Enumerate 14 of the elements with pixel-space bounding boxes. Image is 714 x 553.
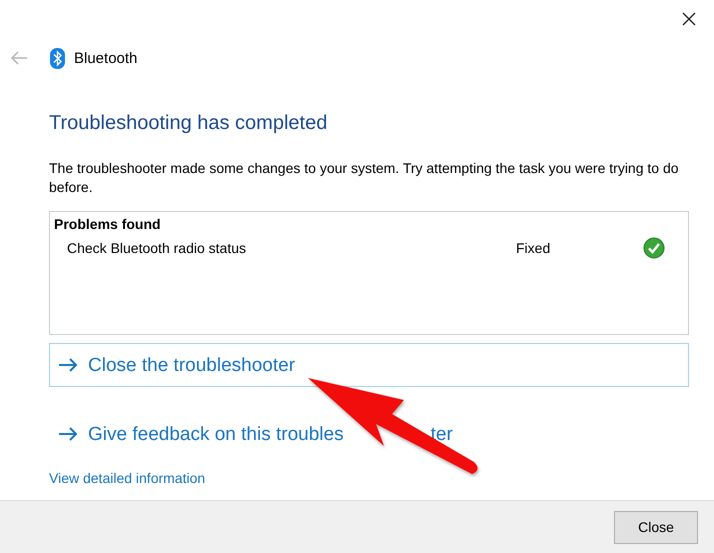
detail-link[interactable]: View detailed information	[49, 470, 206, 486]
window-title: Bluetooth	[74, 50, 138, 66]
close-button[interactable]: Close	[614, 510, 698, 544]
problem-status: Fixed	[516, 240, 552, 256]
problem-name: Check Bluetooth radio status	[67, 240, 247, 256]
troubleshooter-link[interactable]: Close the troubleshooter	[49, 343, 689, 387]
bluetooth-icon	[50, 48, 65, 68]
heading: Troubleshooting has completed	[49, 111, 328, 136]
message-text: The troubleshooter made some changes to your system. Try attempting the task you were trying to do before.	[49, 159, 680, 197]
close-icon[interactable]	[681, 11, 697, 27]
arrow-right-icon	[58, 427, 78, 441]
troubleshooter-link[interactable]: Give feedback on this troubles ter	[49, 412, 689, 456]
arrow-right-icon	[58, 358, 78, 372]
panel-heading: Problems found	[54, 215, 162, 233]
